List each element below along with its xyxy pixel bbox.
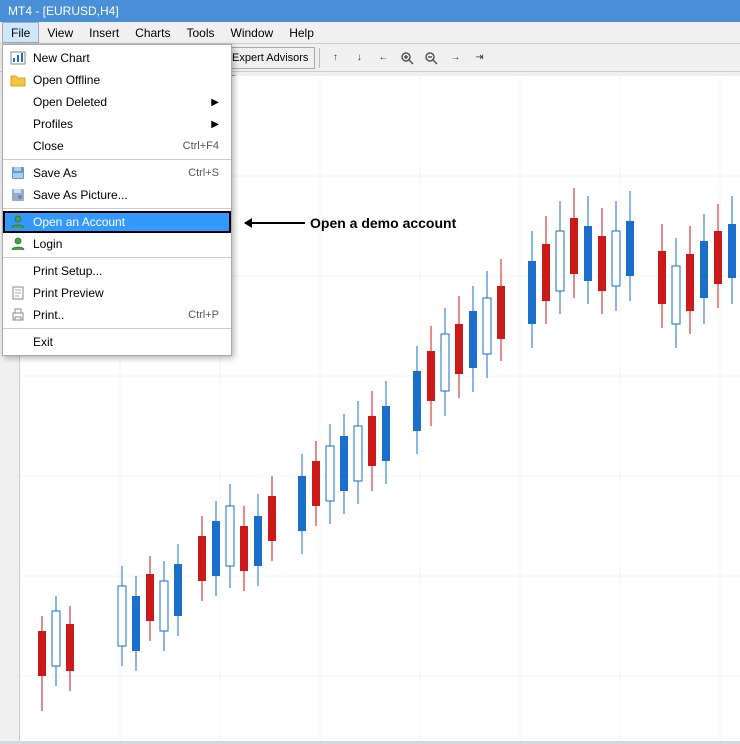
exit-label: Exit — [33, 335, 53, 349]
annotation-arrow — [245, 222, 305, 224]
save-as-label: Save As — [33, 166, 77, 180]
zoom-in-btn[interactable] — [396, 47, 418, 69]
menu-view[interactable]: View — [39, 22, 81, 43]
sep3 — [3, 257, 231, 258]
open-account-label: Open an Account — [33, 215, 125, 229]
menu-charts[interactable]: Charts — [127, 22, 178, 43]
menu-open-offline[interactable]: Open Offline — [3, 69, 231, 91]
open-deleted-icon — [9, 93, 27, 111]
save-as-icon — [9, 164, 27, 182]
chart-up-btn[interactable]: ↑ — [324, 47, 346, 69]
close-shortcut: Ctrl+F4 — [183, 140, 219, 152]
new-chart-label: New Chart — [33, 51, 90, 65]
chart-right-btn[interactable]: → — [444, 47, 466, 69]
chart-left-btn[interactable]: ← — [372, 47, 394, 69]
close-icon — [9, 137, 27, 155]
close-label: Close — [33, 139, 64, 153]
annotation-text: Open a demo account — [310, 215, 456, 231]
sep3 — [319, 48, 320, 68]
print-shortcut: Ctrl+P — [188, 309, 219, 321]
menu-insert[interactable]: Insert — [81, 22, 127, 43]
menu-close[interactable]: Close Ctrl+F4 — [3, 135, 231, 157]
menu-exit[interactable]: Exit — [3, 331, 231, 353]
title-bar: MT4 - [EURUSD,H4] — [0, 0, 740, 22]
sep1 — [3, 159, 231, 160]
sep2 — [3, 208, 231, 209]
profiles-label: Profiles — [33, 117, 73, 131]
print-preview-icon — [9, 284, 27, 302]
menu-window[interactable]: Window — [223, 22, 282, 43]
open-account-icon — [9, 213, 27, 231]
print-icon — [9, 306, 27, 324]
save-as-shortcut: Ctrl+S — [188, 167, 219, 179]
save-as-picture-icon — [9, 186, 27, 204]
exit-icon — [9, 333, 27, 351]
menu-file[interactable]: File — [2, 22, 39, 43]
menu-open-account[interactable]: Open an Account — [3, 211, 231, 233]
print-setup-icon — [9, 262, 27, 280]
sep4 — [3, 328, 231, 329]
menu-print-preview[interactable]: Print Preview — [3, 282, 231, 304]
print-setup-label: Print Setup... — [33, 264, 102, 278]
profiles-icon — [9, 115, 27, 133]
open-offline-icon — [9, 71, 27, 89]
chart-down-btn[interactable]: ↓ — [348, 47, 370, 69]
menu-profiles[interactable]: Profiles ▶ — [3, 113, 231, 135]
title-text: MT4 - [EURUSD,H4] — [8, 4, 119, 18]
menu-print-setup[interactable]: Print Setup... — [3, 260, 231, 282]
open-deleted-arrow: ▶ — [211, 97, 219, 108]
annotation-container: Open a demo account — [245, 215, 456, 231]
zoom-out-btn[interactable] — [420, 47, 442, 69]
expert-label: Expert Advisors — [232, 52, 308, 64]
open-deleted-label: Open Deleted — [33, 95, 107, 109]
open-offline-label: Open Offline — [33, 73, 100, 87]
save-as-picture-label: Save As Picture... — [33, 188, 128, 202]
menu-login[interactable]: Login — [3, 233, 231, 255]
menu-save-as-picture[interactable]: Save As Picture... — [3, 184, 231, 206]
file-dropdown-menu: New Chart Open Offline Open Deleted ▶ Pr… — [2, 44, 232, 356]
new-chart-icon — [9, 49, 27, 67]
menu-save-as[interactable]: Save As Ctrl+S — [3, 162, 231, 184]
menu-open-deleted[interactable]: Open Deleted ▶ — [3, 91, 231, 113]
print-label: Print.. — [33, 308, 64, 322]
login-icon — [9, 235, 27, 253]
login-label: Login — [33, 237, 62, 251]
chart-rightmost-btn[interactable]: ⇥ — [468, 47, 490, 69]
menu-new-chart[interactable]: New Chart — [3, 47, 231, 69]
print-preview-label: Print Preview — [33, 286, 104, 300]
menu-print[interactable]: Print.. Ctrl+P — [3, 304, 231, 326]
profiles-arrow: ▶ — [211, 119, 219, 130]
menu-tools[interactable]: Tools — [179, 22, 223, 43]
menu-help[interactable]: Help — [281, 22, 322, 43]
menu-bar: File View Insert Charts Tools Window Hel… — [0, 22, 740, 44]
